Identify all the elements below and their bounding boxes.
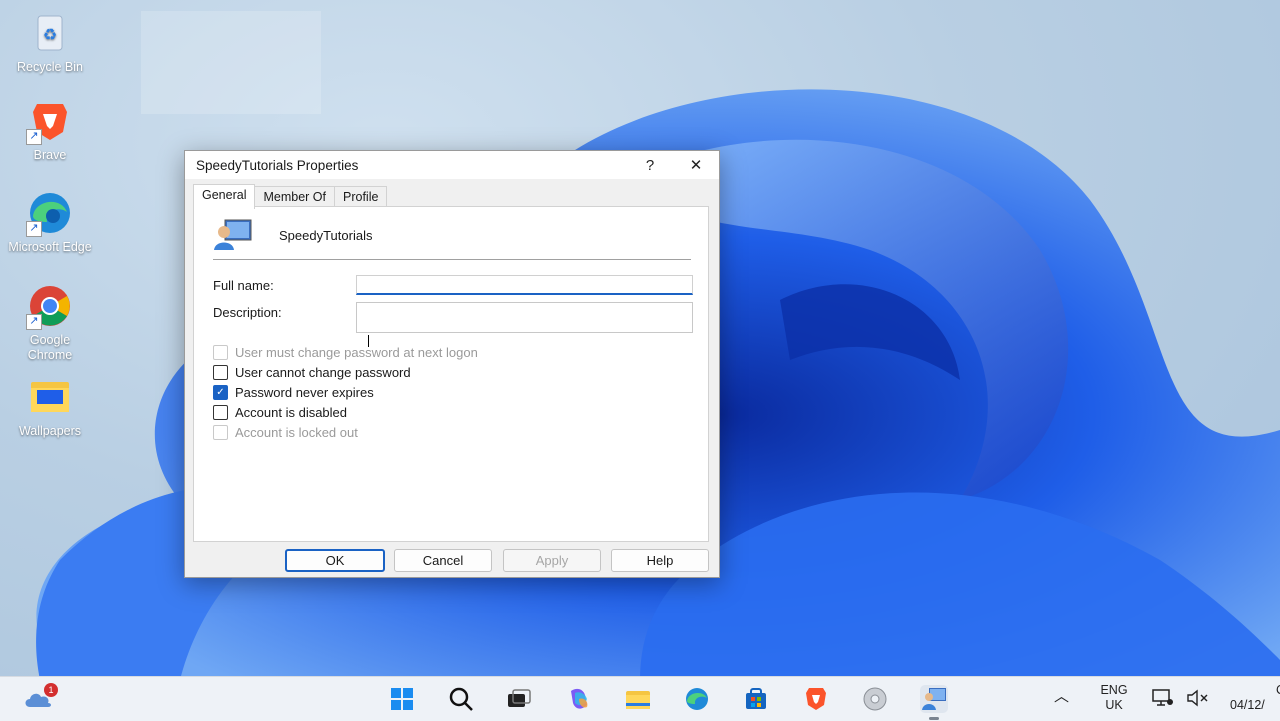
weather-widget[interactable]: 1 (24, 683, 58, 711)
user-name: SpeedyTutorials (279, 227, 373, 243)
computer-management-button[interactable] (920, 685, 948, 720)
brave-icon (806, 688, 826, 710)
desktop-icon-wallpapers[interactable]: Wallpapers (8, 372, 92, 439)
checkbox-box (213, 405, 228, 420)
copilot-button[interactable] (565, 685, 593, 713)
notification-badge: 1 (44, 683, 58, 697)
tab-general[interactable]: General (193, 184, 256, 209)
shortcut-arrow-icon: ↗ (26, 221, 42, 237)
disc-app-button[interactable] (861, 685, 889, 713)
user-account-icon (214, 219, 252, 250)
time-text: C (1230, 683, 1280, 698)
language-region: UK (1105, 698, 1123, 712)
task-view-button[interactable] (505, 685, 533, 713)
general-tab-panel: SpeedyTutorials Full name: Description: … (193, 206, 709, 542)
checkbox-account-disabled[interactable]: Account is disabled (213, 405, 347, 420)
date-text: 04/12/ (1230, 698, 1265, 712)
chrome-icon: ↗ (25, 281, 75, 331)
disc-icon (863, 687, 887, 711)
clock[interactable]: C 04/12/ (1230, 683, 1280, 713)
description-input[interactable] (356, 302, 693, 333)
brave-icon: ↗ (25, 96, 75, 146)
tab-strip: General Member Of Profile (193, 184, 388, 209)
checkbox-account-locked-out[interactable]: Account is locked out (213, 425, 358, 440)
help-title-button[interactable]: ? (627, 151, 673, 179)
checkbox-box (213, 345, 228, 360)
desktop-icon-brave[interactable]: ↗ Brave (8, 96, 92, 163)
properties-dialog: SpeedyTutorials Properties ? ✕ General M… (184, 150, 720, 578)
brave-taskbar-button[interactable] (802, 685, 830, 713)
folder-icon (25, 372, 75, 422)
checkbox-label: Account is locked out (235, 425, 358, 440)
task-view-icon (508, 689, 531, 707)
checkbox-box (213, 365, 228, 380)
desktop-icon-chrome[interactable]: ↗ Google Chrome (8, 281, 92, 363)
desktop-icon-label: Microsoft Edge (8, 240, 92, 254)
search-button[interactable] (447, 685, 475, 713)
edge-icon: ↗ (25, 188, 75, 238)
user-header: SpeedyTutorials (213, 218, 372, 252)
checkbox-label: User must change password at next logon (235, 345, 478, 360)
show-hidden-icons-button[interactable]: ︿ (1054, 689, 1069, 704)
checkbox-box (213, 425, 228, 440)
checkbox-password-never-expires[interactable]: ✓ Password never expires (213, 385, 374, 400)
network-icon[interactable] (1152, 689, 1174, 711)
description-label: Description: (213, 305, 282, 320)
desktop-icon-recycle-bin[interactable]: ♻ Recycle Bin (8, 8, 92, 75)
desktop-icon-edge[interactable]: ↗ Microsoft Edge (8, 188, 92, 255)
svg-text:♻: ♻ (43, 27, 57, 44)
language-code: ENG (1100, 683, 1128, 697)
dialog-title: SpeedyTutorials Properties (196, 157, 359, 173)
full-name-label: Full name: (213, 278, 274, 293)
recycle-bin-icon: ♻ (25, 8, 75, 58)
cancel-button[interactable]: Cancel (394, 549, 492, 572)
shortcut-arrow-icon: ↗ (26, 314, 42, 330)
start-button[interactable] (388, 685, 416, 713)
desktop-icon-label: Brave (33, 148, 67, 162)
checkbox-cannot-change-password[interactable]: User cannot change password (213, 365, 411, 380)
help-button[interactable]: Help (611, 549, 709, 572)
store-icon (746, 688, 766, 709)
search-icon (449, 687, 473, 711)
shortcut-arrow-icon: ↗ (26, 129, 42, 145)
desktop-icon-label: Google Chrome (27, 333, 73, 362)
checkbox-label: Password never expires (235, 385, 374, 400)
desktop-icon-label: Recycle Bin (17, 60, 83, 74)
edge-taskbar-button[interactable] (683, 685, 711, 713)
ok-button[interactable]: OK (285, 549, 385, 572)
close-button[interactable]: ✕ (673, 151, 719, 179)
checkmark-icon: ✓ (213, 385, 228, 400)
apply-button[interactable]: Apply (503, 549, 601, 572)
dialog-titlebar[interactable]: SpeedyTutorials Properties ? ✕ (185, 151, 719, 179)
full-name-input[interactable] (356, 275, 693, 295)
taskbar: 1 ︿ ENG UK C 04/12/ (0, 676, 1280, 721)
checkbox-label: User cannot change password (235, 365, 411, 380)
user-account-icon (922, 688, 946, 710)
checkbox-must-change-password[interactable]: User must change password at next logon (213, 345, 478, 360)
copilot-icon (571, 688, 588, 709)
divider (213, 259, 691, 260)
desktop-icon-label: Wallpapers (18, 424, 82, 438)
file-explorer-button[interactable] (624, 685, 652, 713)
store-button[interactable] (742, 685, 770, 713)
folder-icon (626, 691, 650, 709)
checkbox-label: Account is disabled (235, 405, 348, 420)
chevron-up-icon: ︿ (1054, 688, 1070, 705)
edge-icon (686, 688, 708, 710)
volume-muted-icon[interactable] (1186, 689, 1210, 711)
windows-logo-icon (391, 688, 413, 710)
language-indicator[interactable]: ENG UK (1096, 683, 1132, 713)
selection-rectangle (141, 11, 321, 114)
